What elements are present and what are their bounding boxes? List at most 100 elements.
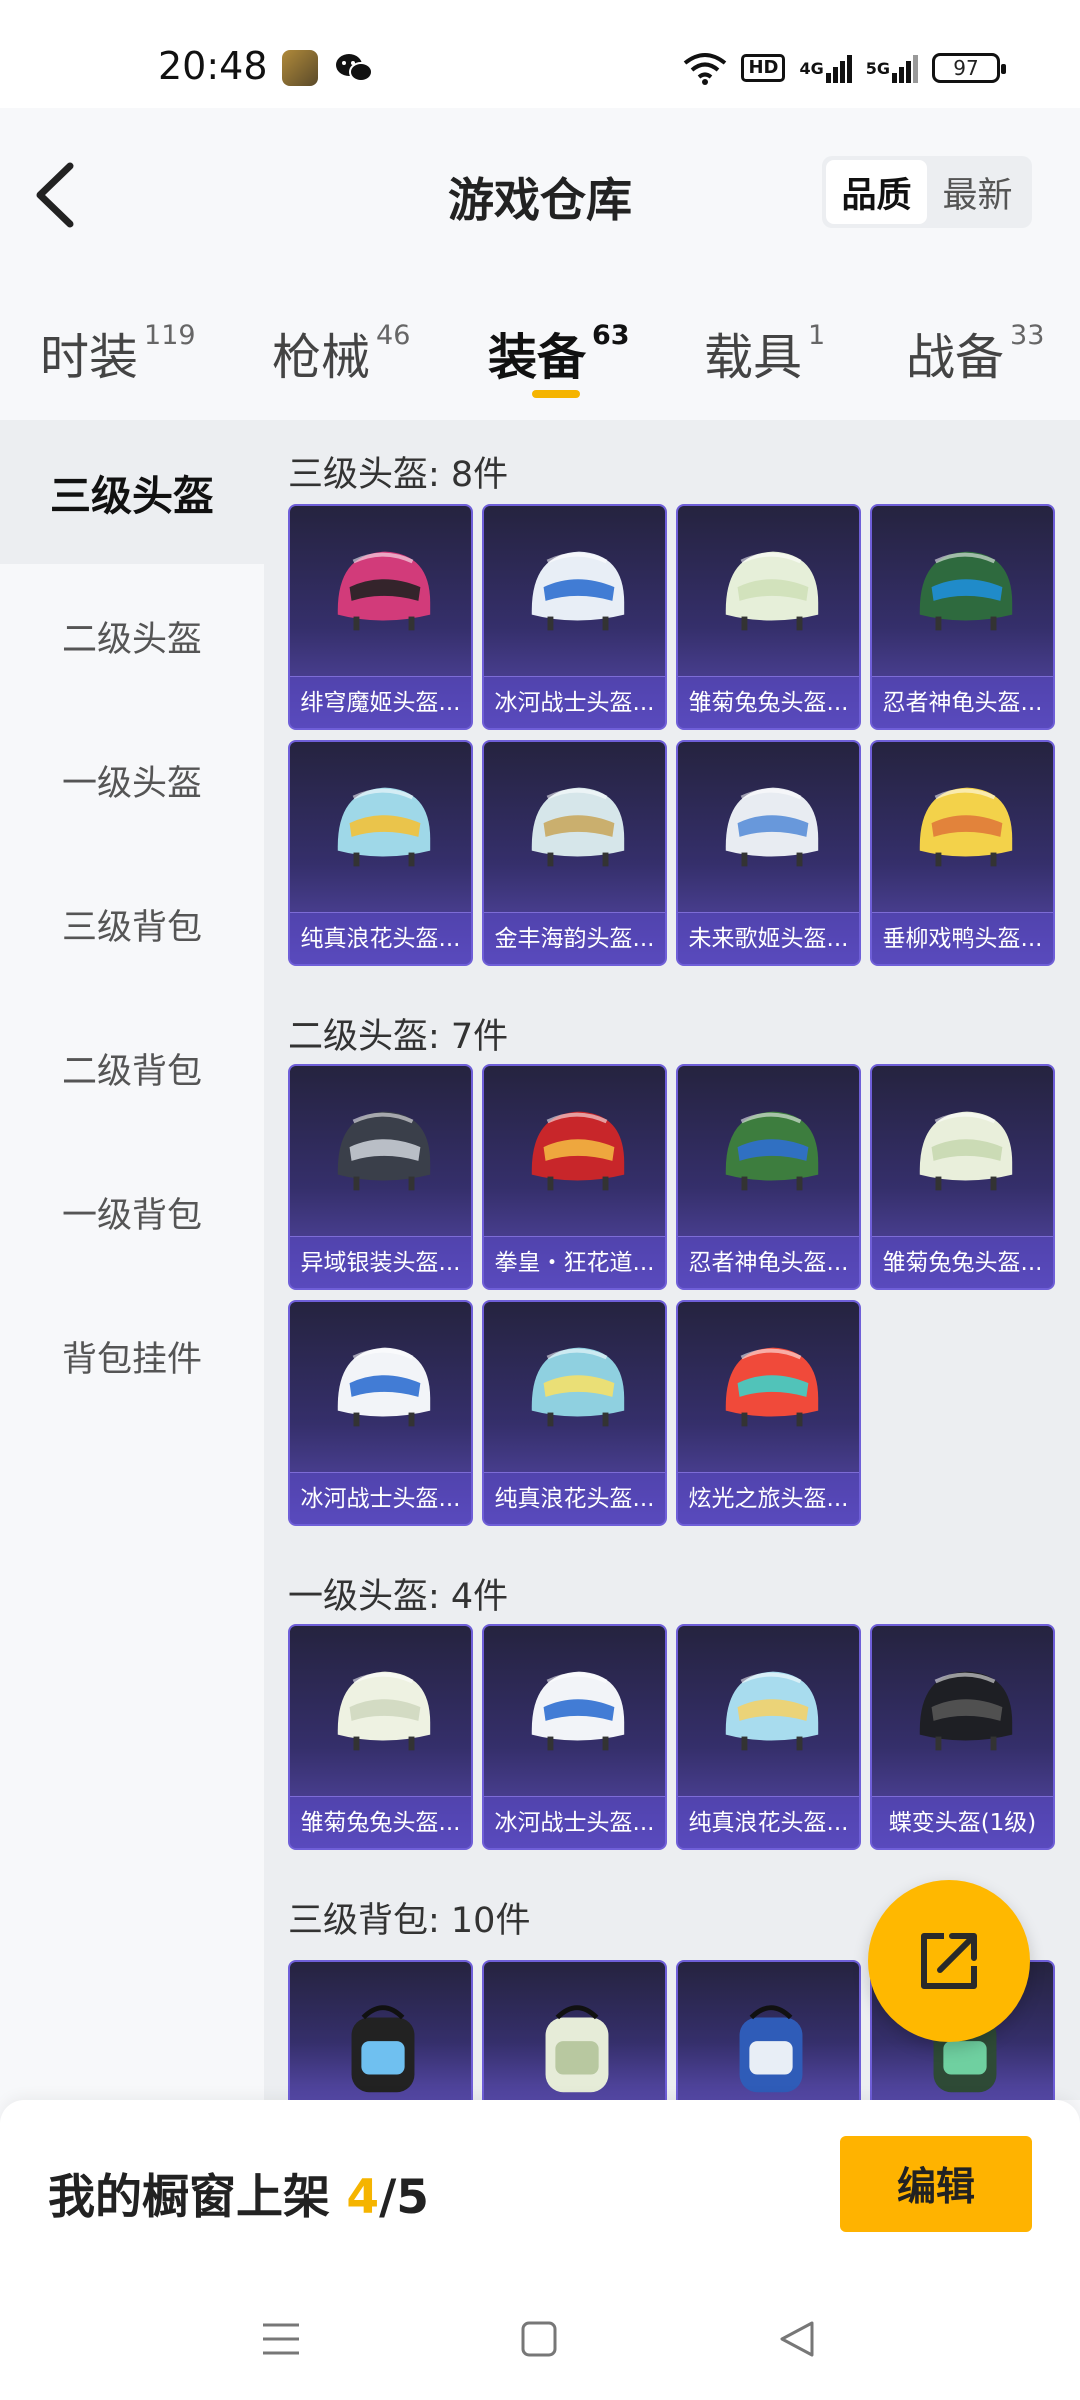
helmet-image (872, 742, 1053, 912)
system-nav-bar (0, 2280, 1080, 2400)
helmet-icon (531, 1347, 624, 1427)
helmet-card[interactable]: 忍者神龟头盔... (676, 1064, 861, 1290)
helmet-image (484, 742, 665, 912)
helmet-image (678, 506, 859, 676)
back-nav-icon[interactable] (772, 2314, 822, 2364)
tab-label: 时装 (40, 329, 139, 386)
category-tabs: 时装 119 枪械 46 装备 63 载具 1 战备 33 (0, 300, 1080, 420)
item-name-label: 未来歌姬头盔... (678, 912, 859, 964)
category-sidebar: 三级头盔 二级头盔 一级头盔 三级背包 二级背包 一级背包 背包挂件 (0, 420, 264, 2100)
helmet-image (872, 1066, 1053, 1236)
tab-equipment[interactable]: 装备 63 (488, 318, 630, 389)
item-name-label: 冰河战士头盔... (484, 1796, 665, 1848)
signal-5g-icon: 5G (866, 53, 918, 83)
helmet-icon (919, 1671, 1012, 1751)
showcase-label: 我的橱窗上架 (48, 2170, 347, 2225)
tab-label: 枪械 (272, 329, 371, 386)
backpack-card[interactable] (288, 1960, 473, 2100)
helmet-card[interactable]: 绯穹魔姬头盔... (288, 504, 473, 730)
item-name-label: 绯穹魔姬头盔... (290, 676, 471, 728)
helmet-image (290, 1066, 471, 1236)
helmet-card[interactable]: 纯真浪花头盔... (482, 1300, 667, 1526)
item-name-label: 冰河战士头盔... (484, 676, 665, 728)
helmet-image (290, 1626, 471, 1796)
helmet-image (872, 1626, 1053, 1796)
sidebar-item-backpack-lv1[interactable]: 一级背包 (0, 1140, 264, 1284)
helmet-card[interactable]: 冰河战士头盔... (482, 504, 667, 730)
item-name-label: 纯真浪花头盔... (290, 912, 471, 964)
helmet-card[interactable]: 冰河战士头盔... (288, 1300, 473, 1526)
helmet-icon (337, 1671, 430, 1751)
menu-icon[interactable] (256, 2314, 306, 2364)
tab-weapons[interactable]: 枪械 46 (272, 318, 410, 389)
showcase-bar: 我的橱窗上架 4/5 编辑 (0, 2100, 1080, 2280)
helmet-image (290, 742, 471, 912)
helmet-card[interactable]: 未来歌姬头盔... (676, 740, 861, 966)
sidebar-item-backpack-charm[interactable]: 背包挂件 (0, 1284, 264, 1428)
game-app-icon (282, 50, 318, 86)
sidebar-item-backpack-lv2[interactable]: 二级背包 (0, 996, 264, 1140)
helmet-icon (725, 1671, 818, 1751)
tab-count: 63 (592, 320, 630, 351)
helmet-image (484, 506, 665, 676)
backpack-image (290, 1962, 471, 2100)
helmet-icon (337, 1111, 430, 1191)
edit-button[interactable]: 编辑 (840, 2136, 1032, 2232)
helmet-icon (725, 551, 818, 631)
item-name-label: 蝶变头盔(1级) (872, 1796, 1053, 1848)
tab-supplies[interactable]: 战备 33 (906, 318, 1044, 389)
sidebar-item-backpack-lv3[interactable]: 三级背包 (0, 852, 264, 996)
helmet-image (678, 1626, 859, 1796)
tab-label: 载具 (704, 329, 803, 386)
sidebar-item-helmet-lv2[interactable]: 二级头盔 (0, 564, 264, 708)
wifi-icon (684, 53, 727, 85)
helmet-icon (531, 787, 624, 867)
helmet-card[interactable]: 雏菊兔兔头盔... (870, 1064, 1055, 1290)
item-name-label: 雏菊兔兔头盔... (678, 676, 859, 728)
backpack-card[interactable] (482, 1960, 667, 2100)
helmet-card[interactable]: 雏菊兔兔头盔... (676, 504, 861, 730)
item-name-label: 雏菊兔兔头盔... (290, 1796, 471, 1848)
tab-fashion[interactable]: 时装 119 (40, 318, 196, 389)
tab-vehicles[interactable]: 载具 1 (704, 318, 825, 389)
home-icon[interactable] (514, 2314, 564, 2364)
helmet-card[interactable]: 蝶变头盔(1级) (870, 1624, 1055, 1850)
item-name-label: 炫光之旅头盔... (678, 1472, 859, 1524)
showcase-status: 我的橱窗上架 4/5 (48, 2158, 429, 2227)
signal-4g-icon: 4G (799, 53, 852, 83)
status-icons: HD 4G 5G 97 (683, 48, 1006, 88)
helmet-image (290, 1302, 471, 1472)
helmet-image (484, 1626, 665, 1796)
helmet-card[interactable]: 垂柳戏鸭头盔... (870, 740, 1055, 966)
wechat-icon (336, 54, 373, 82)
item-grid-area: 三级头盔: 8件 二级头盔: 7件 一级头盔: 4件 三级背包: 10件 绯穹魔… (264, 420, 1080, 2100)
hd-voice-icon: HD (741, 54, 786, 82)
item-name-label: 纯真浪花头盔... (484, 1472, 665, 1524)
helmet-icon (725, 1111, 818, 1191)
helmet-icon (531, 1671, 624, 1751)
backpack-icon (739, 2005, 802, 2093)
sort-newest-button[interactable]: 最新 (927, 160, 1028, 224)
helmet-icon (337, 1347, 430, 1427)
helmet-card[interactable]: 纯真浪花头盔... (676, 1624, 861, 1850)
helmet-image (484, 1302, 665, 1472)
helmet-image (678, 742, 859, 912)
backpack-image (678, 1962, 859, 2100)
section-title: 三级背包: 10件 (288, 1901, 531, 1941)
backpack-card[interactable] (676, 1960, 861, 2100)
sort-quality-button[interactable]: 品质 (826, 160, 927, 224)
sidebar-item-helmet-lv3[interactable]: 三级头盔 (0, 420, 264, 564)
helmet-card[interactable]: 雏菊兔兔头盔... (288, 1624, 473, 1850)
helmet-card[interactable]: 炫光之旅头盔... (676, 1300, 861, 1526)
sidebar-item-helmet-lv1[interactable]: 一级头盔 (0, 708, 264, 852)
share-button[interactable] (868, 1880, 1030, 2042)
helmet-card[interactable]: 冰河战士头盔... (482, 1624, 667, 1850)
item-name-label: 异域银装头盔... (290, 1236, 471, 1288)
helmet-card[interactable]: 拳皇・狂花道... (482, 1064, 667, 1290)
helmet-card[interactable]: 金丰海韵头盔... (482, 740, 667, 966)
helmet-card[interactable]: 异域银装头盔... (288, 1064, 473, 1290)
helmet-card[interactable]: 纯真浪花头盔... (288, 740, 473, 966)
active-tab-indicator (532, 390, 580, 398)
helmet-image (678, 1302, 859, 1472)
helmet-card[interactable]: 忍者神龟头盔... (870, 504, 1055, 730)
